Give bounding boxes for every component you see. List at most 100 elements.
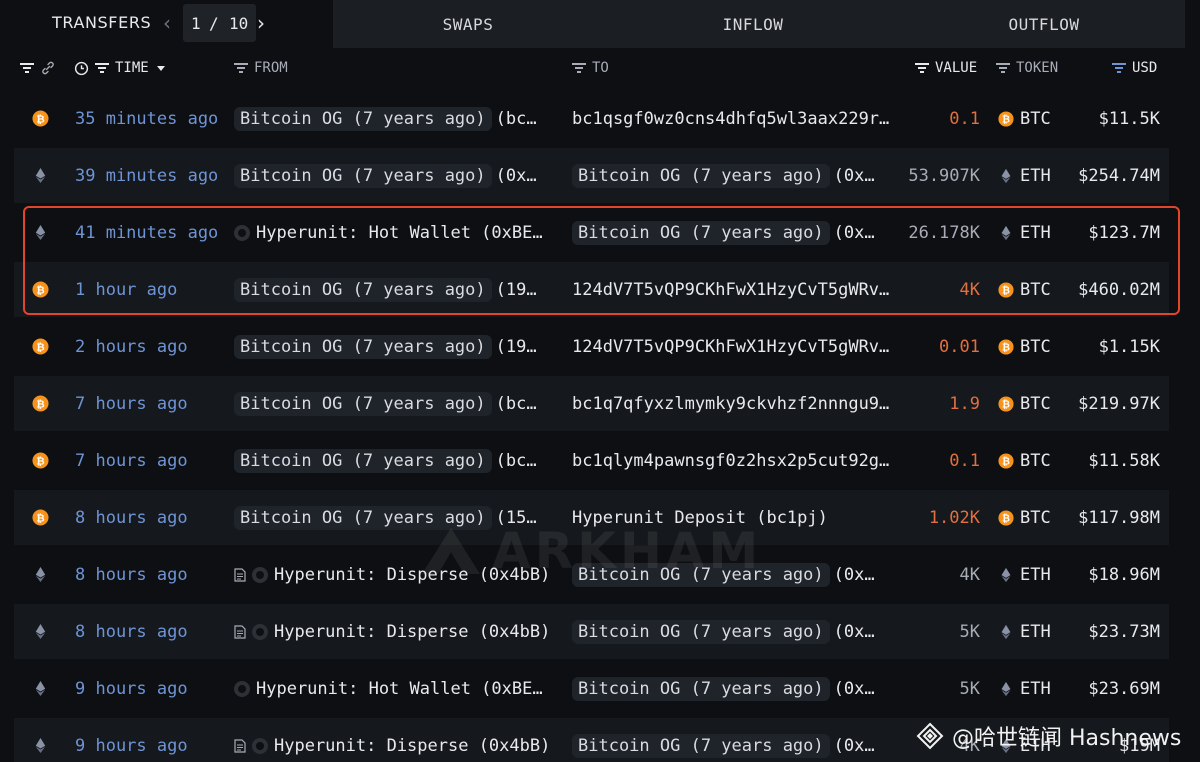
table-row[interactable]: 41 minutes ago Hyperunit: Hot Wallet (0xB… [14,205,1169,260]
time-link[interactable]: 8 hours ago [75,547,230,602]
from-entity-link[interactable]: Bitcoin OG (7 years ago) [234,163,492,188]
column-tools[interactable] [20,59,56,77]
to-address-link[interactable]: (0x… [834,565,875,585]
table-row[interactable]: 9 hours ago Hyperunit: Hot Wallet (0xBE… B… [14,661,1169,716]
time-link[interactable]: 7 hours ago [75,433,230,488]
table-row[interactable]: 8 hours ago Hyperunit: Disperse (0x4bB) Bi… [14,604,1169,659]
filter-icon[interactable] [234,63,248,73]
token-cell[interactable]: ₿ BTC [998,91,1058,146]
to-entity-link[interactable]: Bitcoin OG (7 years ago) [572,619,830,644]
from-entity-link[interactable]: Bitcoin OG (7 years ago) [234,448,492,473]
token-cell[interactable]: ETH [998,205,1058,260]
token-cell[interactable]: ₿ BTC [998,433,1058,488]
time-link[interactable]: 39 minutes ago [75,148,230,203]
token-cell[interactable]: ₿ BTC [998,376,1058,431]
column-header-token[interactable]: TOKEN [996,59,1058,77]
to-address-link[interactable]: bc1q7qfyxzlmymky9ckvhzf2nnngu9… [572,394,889,414]
to-entity-link[interactable]: Bitcoin OG (7 years ago) [572,220,830,245]
to-address-link[interactable]: 124dV7T5vQP9CKhFwX1HzyCvT5gWRv… [572,280,889,300]
from-address-link[interactable]: (19… [496,280,537,300]
from-entity-link[interactable]: Bitcoin OG (7 years ago) [234,106,492,131]
filter-icon[interactable] [915,63,929,73]
token-cell[interactable]: ₿ BTC [998,490,1058,545]
token-cell[interactable]: ETH [998,604,1058,659]
to-address-link[interactable]: 124dV7T5vQP9CKhFwX1HzyCvT5gWRv… [572,337,889,357]
sort-down-icon[interactable] [155,63,167,73]
table-row[interactable]: ₿ 2 hours ago Bitcoin OG (7 years ago) (19…… [14,319,1169,374]
column-header-time[interactable]: TIME [74,59,167,77]
filter-icon[interactable] [996,63,1010,73]
table-row[interactable]: ₿ 1 hour ago Bitcoin OG (7 years ago) (19… 1… [14,262,1169,317]
time-link[interactable]: 1 hour ago [75,262,230,317]
to-entity-link[interactable]: Bitcoin OG (7 years ago) [572,733,830,758]
token-cell[interactable]: ₿ BTC [998,319,1058,374]
to-address-link[interactable]: (0x… [834,166,875,186]
to-address-link[interactable]: (0x… [834,223,875,243]
table-row[interactable]: ₿ 7 hours ago Bitcoin OG (7 years ago) (bc…… [14,376,1169,431]
chevron-left-icon[interactable]: ‹ [163,10,179,36]
from-entity-link[interactable]: Hyperunit: Disperse (0x4bB) [274,736,550,756]
from-entity-link[interactable]: Hyperunit: Hot Wallet (0xBE… [256,223,543,243]
chevron-right-icon[interactable]: › [257,10,273,36]
time-link[interactable]: 8 hours ago [75,490,230,545]
time-link[interactable]: 7 hours ago [75,376,230,431]
tab-transfers[interactable]: TRANSFERS ‹ 1 / 10 › [0,0,333,48]
time-link[interactable]: 2 hours ago [75,319,230,374]
value-amount: 0.1 [949,108,980,129]
contract-icon [234,567,246,582]
filter-icon[interactable] [95,63,109,73]
to-address-link[interactable]: (0x… [834,736,875,756]
filter-icon[interactable] [1112,63,1126,73]
clock-icon [74,61,89,75]
from-address-link[interactable]: (bc… [496,109,537,129]
from-entity-link[interactable]: Bitcoin OG (7 years ago) [234,334,492,359]
tab-inflow[interactable]: INFLOW [603,0,903,48]
from-cell: Bitcoin OG (7 years ago) (19… [234,319,570,374]
token-cell[interactable]: ETH [998,661,1058,716]
tab-swaps[interactable]: SWAPS [333,0,603,48]
to-entity-link[interactable]: Bitcoin OG (7 years ago) [572,163,830,188]
to-address-link[interactable]: (0x… [834,679,875,699]
time-link[interactable]: 9 hours ago [75,661,230,716]
svg-text:₿: ₿ [1002,513,1010,524]
table-row[interactable]: 39 minutes ago Bitcoin OG (7 years ago) (0… [14,148,1169,203]
filter-icon[interactable] [20,63,34,73]
from-entity-link[interactable]: Bitcoin OG (7 years ago) [234,277,492,302]
arkham-watermark: ARKHAM [420,522,780,580]
contract-icon [234,624,246,639]
tab-outflow[interactable]: OUTFLOW [903,0,1185,48]
time-link[interactable]: 41 minutes ago [75,205,230,260]
time-link[interactable]: 35 minutes ago [75,91,230,146]
to-address-link[interactable]: bc1qsgf0wz0cns4dhfq5wl3aax229r… [572,109,889,129]
token-cell[interactable]: ETH [998,547,1058,602]
contract-icon [234,738,246,753]
column-header-from[interactable]: FROM [234,59,288,77]
svg-text:₿: ₿ [36,341,44,353]
svg-text:₿: ₿ [36,113,44,125]
from-entity-link[interactable]: Hyperunit: Disperse (0x4bB) [274,622,550,642]
link-icon[interactable] [40,60,56,76]
time-link[interactable]: 8 hours ago [75,604,230,659]
to-cell: 124dV7T5vQP9CKhFwX1HzyCvT5gWRv… [572,262,892,317]
to-address-link[interactable]: (0x… [834,622,875,642]
token-cell[interactable]: ₿ BTC [998,262,1058,317]
column-header-usd[interactable]: USD [1112,59,1157,77]
from-entity-link[interactable]: Hyperunit: Hot Wallet (0xBE… [256,679,543,699]
from-address-link[interactable]: (19… [496,337,537,357]
filter-icon[interactable] [572,63,586,73]
to-address-link[interactable]: bc1qlym4pawnsgf0z2hsx2p5cut92g… [572,451,889,471]
token-cell[interactable]: ETH [998,148,1058,203]
bitcoin-icon: ₿ [998,395,1014,412]
column-header-value[interactable]: VALUE [915,59,977,77]
value-amount: 4K [959,564,980,585]
from-address-link[interactable]: (0x… [496,166,537,186]
column-header-to[interactable]: TO [572,59,609,77]
from-entity-link[interactable]: Bitcoin OG (7 years ago) [234,391,492,416]
from-address-link[interactable]: (bc… [496,394,537,414]
from-address-link[interactable]: (bc… [496,451,537,471]
to-entity-link[interactable]: Bitcoin OG (7 years ago) [572,676,830,701]
time-link[interactable]: 9 hours ago [75,718,230,762]
table-row[interactable]: ₿ 35 minutes ago Bitcoin OG (7 years ago)(… [14,91,1169,146]
ethereum-icon [998,168,1014,184]
table-row[interactable]: ₿ 7 hours ago Bitcoin OG (7 years ago) (bc…… [14,433,1169,488]
